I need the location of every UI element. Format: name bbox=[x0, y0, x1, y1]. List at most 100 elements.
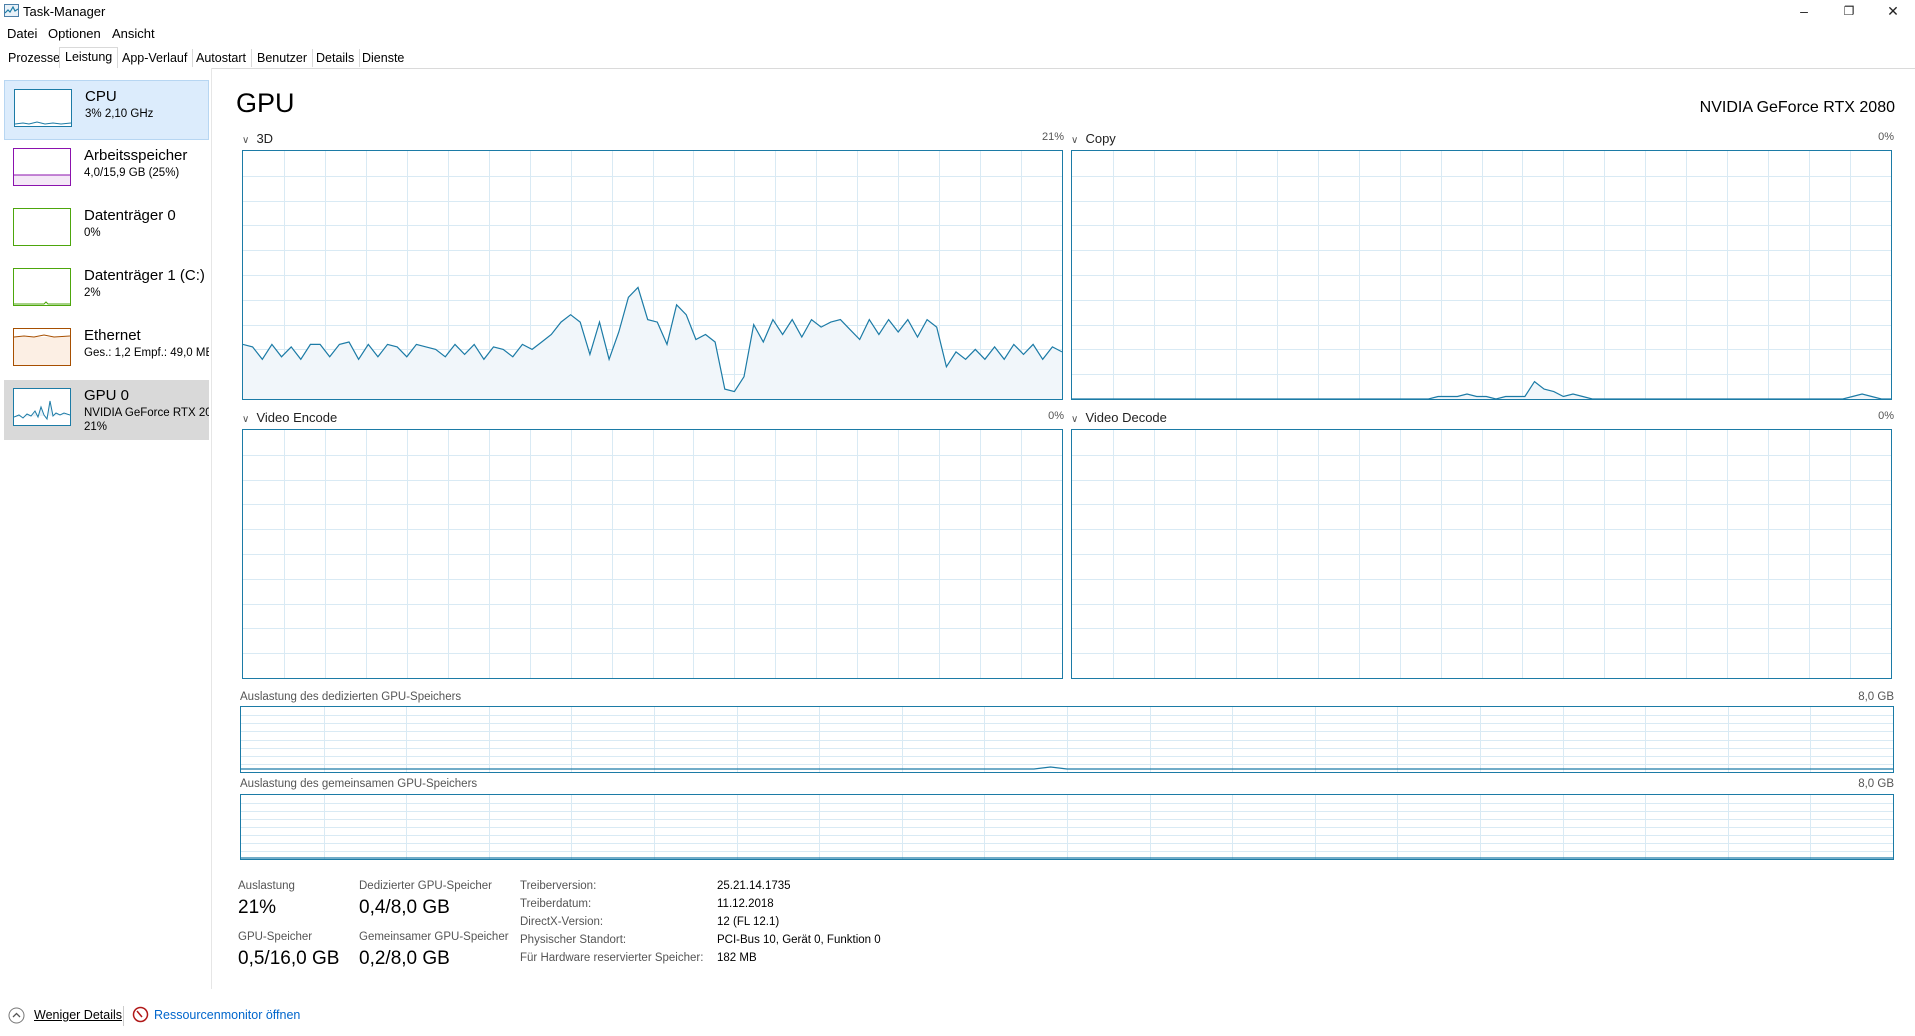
graph-encode-header[interactable]: ∨ Video Encode bbox=[242, 409, 337, 427]
driver-version-label: Treiberversion: bbox=[520, 880, 597, 892]
title-bar: Task-Manager – ❐ ✕ bbox=[0, 0, 1915, 24]
graph-3d-percent: 21% bbox=[1041, 131, 1064, 143]
sidebar-item-memory[interactable]: Arbeitsspeicher 4,0/15,9 GB (25%) bbox=[4, 140, 209, 200]
graph-copy bbox=[1071, 150, 1892, 400]
driver-version-value: 25.21.14.1735 bbox=[717, 880, 791, 892]
graph-encode-plot bbox=[243, 430, 1062, 678]
fewer-details-link[interactable]: Weniger Details bbox=[34, 1008, 122, 1022]
sidebar-item-title: GPU 0 bbox=[84, 387, 130, 404]
gpu-memory-value: 0,5/16,0 GB bbox=[238, 948, 340, 969]
gpu-memory-label: GPU-Speicher bbox=[238, 931, 313, 943]
graph-copy-percent: 0% bbox=[1878, 131, 1894, 143]
gpu-thumbnail-graph bbox=[13, 388, 71, 426]
sidebar-item-gpu-0[interactable]: GPU 0 NVIDIA GeForce RTX 2080 21% bbox=[4, 380, 209, 440]
tab-dienste[interactable]: Dienste bbox=[357, 49, 409, 67]
shared-memory-graph bbox=[240, 794, 1894, 860]
dedicated-memory-max: 8,0 GB bbox=[1858, 691, 1894, 703]
sidebar-item-value: 21% bbox=[84, 421, 108, 433]
menu-ansicht[interactable]: Ansicht bbox=[112, 26, 155, 41]
sidebar-item-disk-1[interactable]: Datenträger 1 (C:) 2% bbox=[4, 260, 209, 320]
collapse-circle-icon[interactable] bbox=[8, 1007, 25, 1029]
tab-details[interactable]: Details bbox=[311, 49, 361, 67]
tab-autostart[interactable]: Autostart bbox=[191, 49, 253, 67]
sidebar-item-title: Ethernet bbox=[84, 327, 141, 344]
memory-thumbnail-graph bbox=[13, 148, 71, 186]
menu-datei[interactable]: Datei bbox=[7, 26, 37, 41]
graph-3d bbox=[242, 150, 1063, 400]
restore-button[interactable]: ❐ bbox=[1826, 0, 1872, 24]
driver-date-label: Treiberdatum: bbox=[520, 898, 592, 910]
chevron-down-icon[interactable]: ∨ bbox=[1071, 414, 1081, 425]
chevron-down-icon[interactable]: ∨ bbox=[242, 135, 252, 146]
resource-monitor-link[interactable]: Ressourcenmonitor öffnen bbox=[154, 1008, 300, 1022]
utilization-value: 21% bbox=[238, 897, 277, 918]
sidebar-item-title: CPU bbox=[85, 88, 117, 105]
sidebar-item-subtitle: Ges.: 1,2 Empf.: 49,0 MB bbox=[84, 347, 209, 359]
dedicated-memory-label: Auslastung des dedizierten GPU-Speichers bbox=[240, 691, 462, 703]
sidebar-item-subtitle: NVIDIA GeForce RTX 2080 bbox=[84, 407, 209, 419]
disk-1-thumbnail-graph bbox=[13, 268, 71, 306]
ethernet-thumbnail-graph bbox=[13, 328, 71, 366]
dedicated-memory-graph bbox=[240, 706, 1894, 773]
graph-decode-percent: 0% bbox=[1878, 410, 1894, 422]
chevron-down-icon[interactable]: ∨ bbox=[242, 414, 252, 425]
footer: Weniger Details Ressourcenmonitor öffnen bbox=[0, 1000, 1915, 1036]
minimize-button[interactable]: – bbox=[1781, 0, 1827, 24]
graph-3d-label: 3D bbox=[256, 131, 274, 146]
sidebar-item-subtitle: 3% 2,10 GHz bbox=[85, 108, 154, 120]
tab-benutzer[interactable]: Benutzer bbox=[252, 49, 314, 67]
graph-copy-label: Copy bbox=[1085, 131, 1116, 146]
graph-video-decode bbox=[1071, 429, 1892, 679]
graph-video-encode bbox=[242, 429, 1063, 679]
chevron-down-icon[interactable]: ∨ bbox=[1071, 135, 1081, 146]
tab-leistung[interactable]: Leistung bbox=[59, 47, 119, 69]
graph-encode-label: Video Encode bbox=[256, 410, 338, 425]
resource-monitor-icon[interactable] bbox=[132, 1006, 149, 1028]
shared-memory-plot bbox=[241, 795, 1893, 859]
directx-version-label: DirectX-Version: bbox=[520, 916, 604, 928]
physical-location-label: Physischer Standort: bbox=[520, 934, 627, 946]
graph-decode-label: Video Decode bbox=[1085, 410, 1167, 425]
physical-location-value: PCI-Bus 10, Gerät 0, Funktion 0 bbox=[717, 934, 881, 946]
sidebar-item-title: Arbeitsspeicher bbox=[84, 147, 188, 164]
menu-optionen[interactable]: Optionen bbox=[48, 26, 101, 41]
tab-bar: Prozesse Leistung App-Verlauf Autostart … bbox=[0, 47, 1915, 69]
graph-decode-header[interactable]: ∨ Video Decode bbox=[1071, 409, 1167, 427]
task-manager-icon bbox=[4, 4, 19, 17]
footer-divider bbox=[123, 1006, 124, 1026]
shared-memory-label: Auslastung des gemeinsamen GPU-Speichers bbox=[240, 778, 478, 790]
graph-3d-plot bbox=[243, 151, 1062, 399]
graph-copy-plot bbox=[1072, 151, 1891, 399]
tab-app-verlauf[interactable]: App-Verlauf bbox=[117, 49, 194, 67]
disk-0-thumbnail-graph bbox=[13, 208, 71, 246]
sidebar-item-title: Datenträger 1 (C:) bbox=[84, 267, 205, 284]
page-title: GPU bbox=[236, 88, 295, 118]
sidebar-item-title: Datenträger 0 bbox=[84, 207, 176, 224]
shared-memory-stat-label: Gemeinsamer GPU-Speicher bbox=[359, 931, 509, 943]
close-button[interactable]: ✕ bbox=[1870, 0, 1915, 24]
sidebar-item-subtitle: 0% bbox=[84, 227, 101, 239]
tab-prozesse[interactable]: Prozesse bbox=[3, 49, 67, 67]
sidebar-item-cpu[interactable]: CPU 3% 2,10 GHz bbox=[4, 80, 209, 140]
shared-memory-max: 8,0 GB bbox=[1858, 778, 1894, 790]
driver-date-value: 11.12.2018 bbox=[717, 898, 774, 910]
reserved-memory-label: Für Hardware reservierter Speicher: bbox=[520, 952, 704, 964]
dedicated-memory-stat-label: Dedizierter GPU-Speicher bbox=[359, 880, 492, 892]
dedicated-memory-plot bbox=[241, 707, 1893, 772]
graph-3d-header[interactable]: ∨ 3D bbox=[242, 130, 273, 148]
directx-version-value: 12 (FL 12.1) bbox=[717, 916, 780, 928]
menu-bar: Datei Optionen Ansicht bbox=[0, 24, 600, 44]
sidebar-item-disk-0[interactable]: Datenträger 0 0% bbox=[4, 200, 209, 260]
window-title: Task-Manager bbox=[23, 4, 106, 19]
sidebar-item-subtitle: 2% bbox=[84, 287, 101, 299]
gpu-model-name: NVIDIA GeForce RTX 2080 bbox=[1699, 99, 1895, 116]
shared-memory-stat-value: 0,2/8,0 GB bbox=[359, 948, 450, 969]
graph-encode-percent: 0% bbox=[1048, 410, 1064, 422]
dedicated-memory-stat-value: 0,4/8,0 GB bbox=[359, 897, 450, 918]
cpu-thumbnail-graph bbox=[14, 89, 72, 127]
graph-copy-header[interactable]: ∨ Copy bbox=[1071, 130, 1116, 148]
sidebar: CPU 3% 2,10 GHz Arbeitsspeicher 4,0/15,9… bbox=[0, 68, 212, 989]
utilization-label: Auslastung bbox=[238, 880, 295, 892]
graph-decode-plot bbox=[1072, 430, 1891, 678]
sidebar-item-ethernet[interactable]: Ethernet Ges.: 1,2 Empf.: 49,0 MB bbox=[4, 320, 209, 380]
